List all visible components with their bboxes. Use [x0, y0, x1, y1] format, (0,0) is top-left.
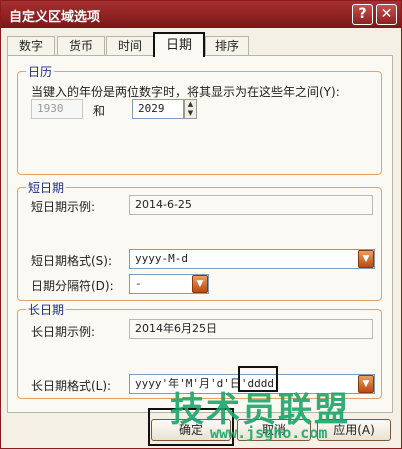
tab-currency[interactable]: 货币 [57, 36, 105, 56]
long-date-group-label: 长日期 [26, 301, 67, 318]
help-button[interactable]: ? [352, 4, 373, 25]
date-separator-dropdown[interactable]: ▼ [192, 275, 208, 293]
tab-date[interactable]: 日期 [153, 32, 205, 57]
title-bar[interactable]: 自定义区域选项 ? ✕ [1, 1, 401, 28]
short-date-format-dropdown[interactable]: ▼ [358, 250, 374, 268]
year-range-start-field[interactable]: 1930 [31, 99, 83, 119]
calendar-group-label: 日历 [26, 63, 55, 80]
tab-sort[interactable]: 排序 [205, 36, 249, 56]
window-title: 自定义区域选项 [9, 10, 101, 25]
close-button[interactable]: ✕ [376, 4, 397, 25]
tab-number[interactable]: 数字 [7, 36, 55, 56]
short-date-format-label: 短日期格式(S): [31, 254, 113, 268]
two-digit-year-description: 当键入的年份是两位数字时，将其显示为在这些年之间(Y): [31, 85, 340, 99]
and-label: 和 [93, 104, 106, 118]
short-date-group-label: 短日期 [26, 179, 67, 196]
short-date-sample-label: 短日期示例: [31, 200, 96, 214]
annotation-box-format-suffix [238, 366, 278, 392]
tab-time[interactable]: 时间 [106, 36, 154, 56]
spin-down-icon[interactable]: ▼ [185, 109, 196, 118]
spin-up-icon[interactable]: ▲ [185, 100, 196, 109]
cancel-button[interactable]: 取消 [237, 419, 311, 441]
chevron-down-icon: ▼ [196, 279, 204, 289]
dialog-window: 自定义区域选项 ? ✕ 数字 货币 时间 日期 排序 日历 当键入的年份是两位数… [0, 0, 402, 449]
short-date-sample-value: 2014-6-25 [129, 195, 373, 215]
apply-button[interactable]: 应用(A) [317, 419, 391, 441]
date-separator-label: 日期分隔符(D): [31, 279, 114, 293]
long-date-format-label: 长日期格式(L): [31, 379, 112, 393]
long-date-sample-value: 2014年6月25日 [129, 319, 373, 339]
short-date-format-combo[interactable]: yyyy-M-d [129, 249, 375, 269]
long-date-sample-label: 长日期示例: [31, 325, 96, 339]
year-spinner[interactable]: ▲ ▼ [184, 99, 197, 119]
help-icon: ? [358, 6, 367, 22]
year-range-end-field[interactable]: 2029 [132, 99, 184, 119]
chevron-down-icon: ▼ [362, 254, 370, 264]
chevron-down-icon: ▼ [362, 379, 370, 389]
annotation-box-ok-button [148, 408, 234, 446]
long-date-format-dropdown[interactable]: ▼ [358, 375, 374, 393]
close-icon: ✕ [380, 6, 393, 22]
